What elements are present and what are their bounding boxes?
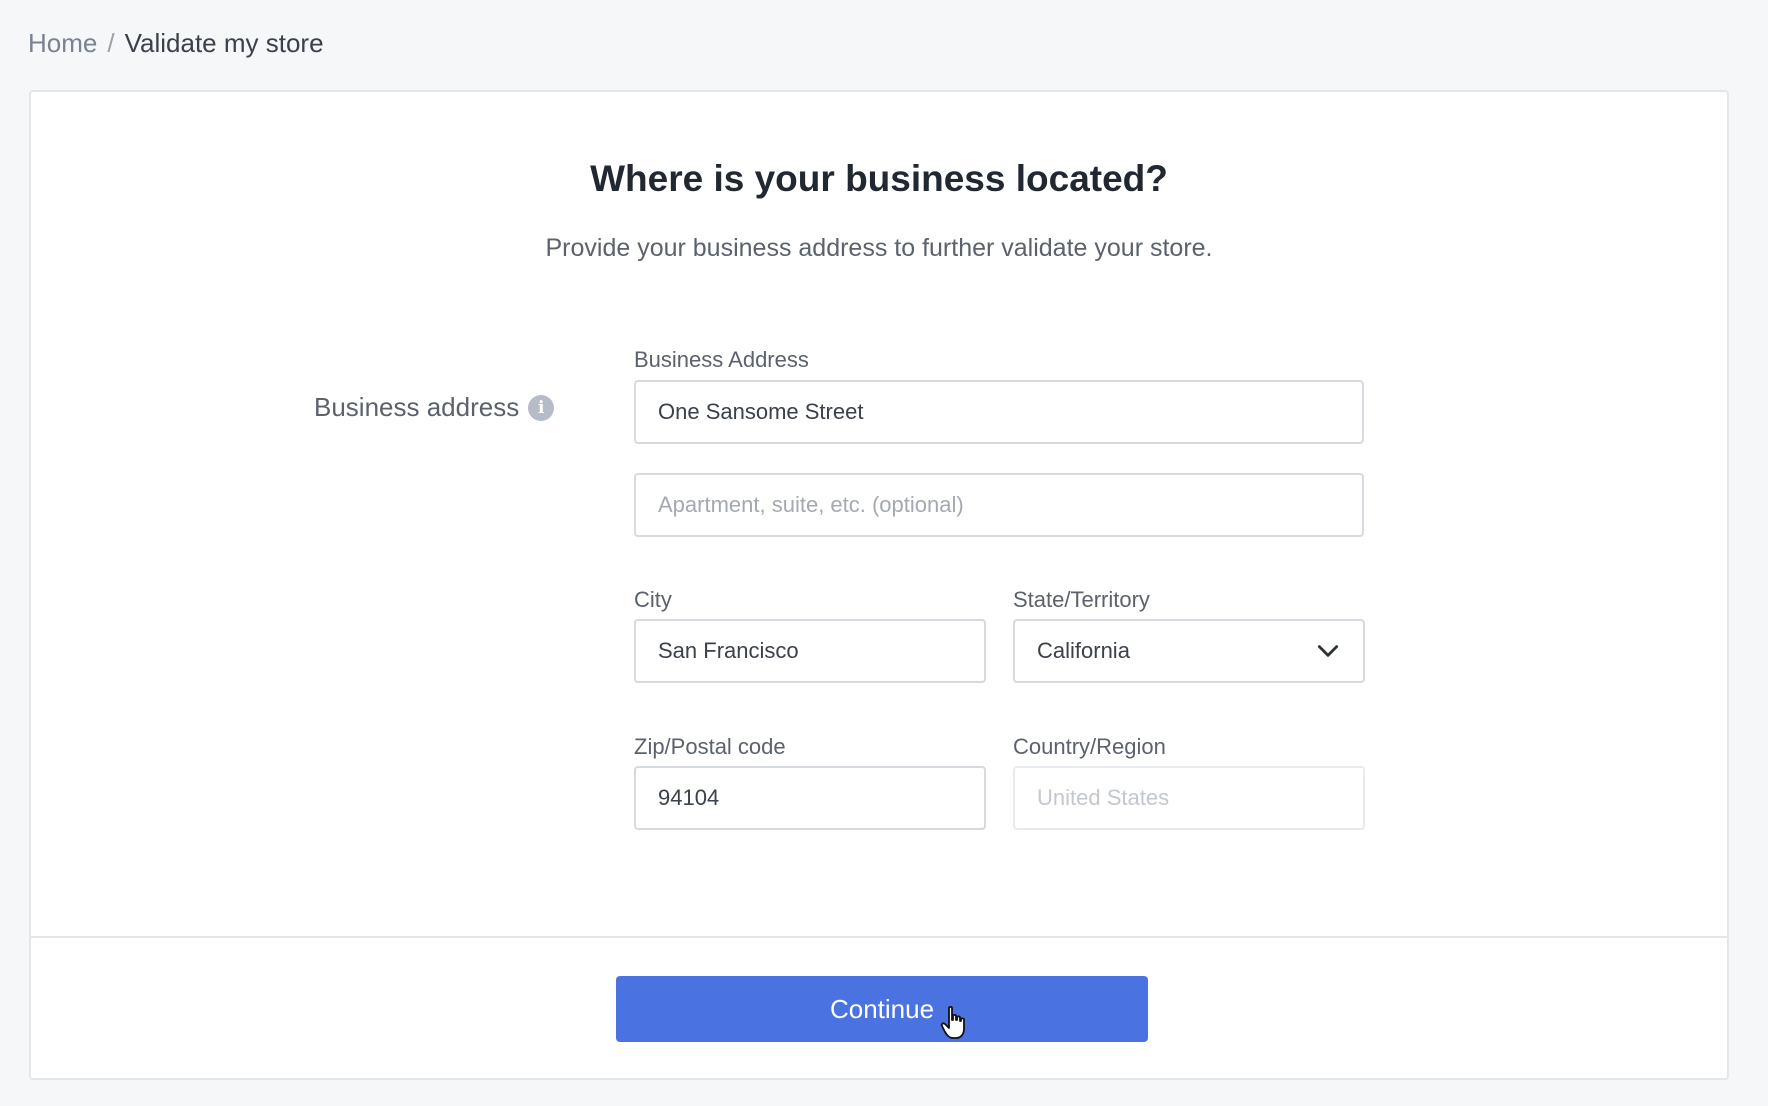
- info-icon[interactable]: i: [528, 394, 555, 421]
- page-title: Where is your business located?: [590, 158, 1168, 199]
- section-label-text: Business address: [314, 392, 520, 422]
- breadcrumb-home-link[interactable]: Home: [28, 26, 97, 60]
- city-input[interactable]: [658, 638, 962, 664]
- country-label: Country/Region: [1013, 734, 1166, 759]
- chevron-down-icon: [1317, 645, 1339, 657]
- zip-label: Zip/Postal code: [634, 734, 786, 759]
- breadcrumb: Home / Validate my store: [28, 26, 324, 60]
- card-body: Where is your business located? Provide …: [31, 92, 1727, 938]
- breadcrumb-current: Validate my store: [124, 28, 324, 58]
- zip-field[interactable]: [634, 766, 986, 830]
- validation-card: Where is your business located? Provide …: [29, 90, 1729, 1080]
- city-field[interactable]: [634, 619, 986, 683]
- city-label: City: [634, 587, 672, 612]
- zip-input[interactable]: [658, 785, 962, 811]
- state-selected-value: California: [1037, 638, 1130, 663]
- address-line-2-field[interactable]: [634, 473, 1364, 537]
- continue-button[interactable]: Continue: [616, 976, 1148, 1042]
- page-subtitle: Provide your business address to further…: [545, 234, 1213, 262]
- business-address-input[interactable]: [658, 399, 1340, 425]
- address-line-2-input[interactable]: [658, 492, 1340, 518]
- state-select[interactable]: California: [1013, 619, 1365, 683]
- breadcrumb-separator: /: [107, 28, 115, 58]
- state-label: State/Territory: [1013, 587, 1150, 612]
- country-input: [1037, 785, 1341, 811]
- business-address-label: Business Address: [634, 347, 809, 372]
- country-field: [1013, 766, 1365, 830]
- business-address-section-label: Business address i: [314, 392, 555, 423]
- business-address-field[interactable]: [634, 380, 1364, 444]
